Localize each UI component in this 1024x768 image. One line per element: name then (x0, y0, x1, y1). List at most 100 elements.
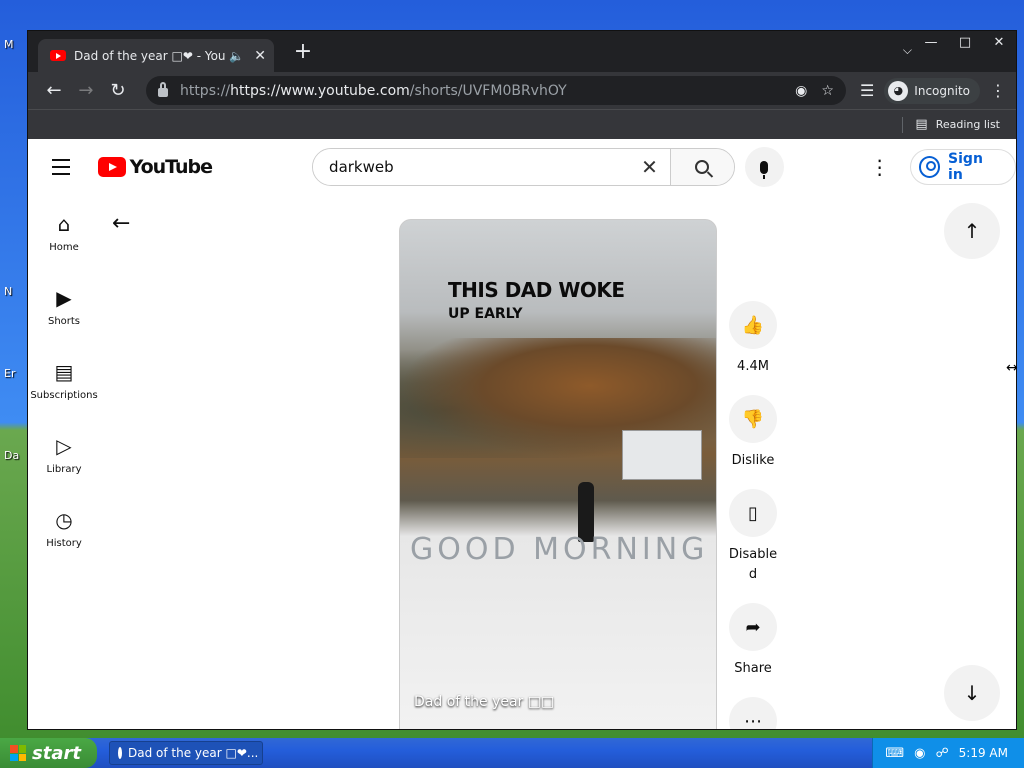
browser-menu-icon[interactable]: ⋮ (990, 81, 1006, 100)
taskbar-window-button[interactable]: Dad of the year □❤... (109, 741, 263, 765)
url-text[interactable]: https://https://www.youtube.com/shorts/U… (180, 83, 781, 99)
network-icon[interactable]: ☍ (936, 746, 949, 761)
desktop-icon-label[interactable]: N (4, 285, 12, 298)
star-icon[interactable]: ☆ (821, 83, 834, 99)
guide-item-label: Subscriptions (30, 389, 98, 401)
home-icon: ⌂ (57, 211, 71, 236)
guide-item-library[interactable]: ▷ Library (28, 417, 100, 491)
reload-button[interactable]: ↻ (102, 80, 134, 101)
guide-menu-icon[interactable] (52, 159, 70, 175)
incognito-label: Incognito (914, 83, 970, 98)
url-scheme: https:// (179, 82, 231, 99)
search-button[interactable] (669, 149, 734, 185)
sign-in-button[interactable]: Sign in (909, 149, 1016, 185)
url-host: https://www.youtube.com (230, 82, 410, 99)
more-horizontal-icon: ⋯ (744, 710, 762, 730)
browser-tab[interactable]: Dad of the year □❤ - YouTube 🔈 ✕ (38, 39, 274, 72)
history-icon: ◷ (55, 507, 73, 532)
close-window-button[interactable]: ✕ (982, 31, 1016, 53)
like-action: 👍 4.4M (727, 301, 779, 377)
taskbar: start Dad of the year □❤... ⌨ ◉ ☍ 5:19 A… (0, 738, 1024, 768)
start-button[interactable]: start (0, 738, 97, 768)
overlay-line-1: THIS DAD WOKE (448, 278, 625, 302)
desktop-icon-label[interactable]: Er (4, 367, 15, 380)
eye-off-icon[interactable]: ◉ (795, 83, 807, 99)
clear-search-icon[interactable]: ✕ (630, 149, 670, 185)
bookmarks-bar: ▤ Reading list (28, 109, 1016, 139)
guide-item-label: Home (49, 241, 79, 253)
settings-menu-icon[interactable]: ⋮ (870, 155, 890, 179)
taskbar-window-title: Dad of the year □❤... (128, 746, 259, 760)
tab-strip: Dad of the year □❤ - YouTube 🔈 ✕ + ⌵ — □… (28, 31, 1016, 72)
speaker-icon[interactable]: 🔈 (229, 49, 244, 63)
share-arrow-icon: ➦ (745, 616, 761, 638)
search-box: ✕ (312, 148, 735, 186)
thumbs-down-icon: 👎 (741, 408, 765, 430)
next-short-button[interactable]: ↓ (944, 665, 1000, 721)
reading-list-icon[interactable]: ▤ (915, 117, 927, 132)
more-button[interactable]: ⋯ (729, 697, 777, 730)
share-action: ➦ Share (727, 603, 779, 679)
youtube-logo[interactable]: YouTube (97, 156, 213, 178)
video-overlay-text: THIS DAD WOKE UP EARLY (448, 278, 625, 322)
previous-short-button[interactable]: ↑ (944, 203, 1000, 259)
incognito-badge[interactable]: ◕ Incognito (884, 77, 980, 104)
search-icon (695, 160, 710, 174)
system-tray: ⌨ ◉ ☍ 5:19 AM (872, 738, 1024, 768)
thumbs-up-icon: 👍 (741, 314, 765, 336)
dislike-button[interactable]: 👎 (729, 395, 777, 443)
short-actions: 👍 4.4M 👎 Dislike ▯ Disable d ➦ Share ⋯ (727, 301, 779, 730)
search-input[interactable] (313, 149, 630, 185)
tab-close-button[interactable]: ✕ (254, 48, 266, 64)
comments-button[interactable]: ▯ (729, 489, 777, 537)
resize-cursor-icon: ↔ (1006, 360, 1018, 376)
subscriptions-icon: ▤ (54, 359, 74, 384)
like-button[interactable]: 👍 (729, 301, 777, 349)
guide-item-history[interactable]: ◷ History (28, 491, 100, 565)
back-arrow-icon[interactable]: ← (112, 211, 130, 236)
media-queue-icon[interactable]: ☰ (860, 81, 874, 100)
comments-action: ▯ Disable d (727, 489, 779, 585)
youtube-page: YouTube ✕ ⋮ Sign in ⌂ Home ▶ Shorts (28, 139, 1016, 729)
reading-list-button[interactable]: Reading list (936, 118, 1000, 131)
youtube-logo-text: YouTube (129, 156, 213, 178)
security-shield-icon[interactable]: ◉ (914, 746, 925, 761)
address-bar[interactable]: https://https://www.youtube.com/shorts/U… (145, 76, 846, 105)
share-label: Share (734, 661, 772, 676)
microphone-icon (760, 160, 769, 179)
maximize-button[interactable]: □ (948, 31, 982, 53)
guide-item-subscriptions[interactable]: ▤ Subscriptions (28, 343, 100, 417)
arrow-down-icon: ↓ (963, 681, 981, 705)
comment-icon: ▯ (748, 502, 758, 524)
guide-item-shorts[interactable]: ▶ Shorts (28, 269, 100, 343)
desktop-icon-label[interactable]: Da (4, 449, 19, 462)
guide-item-home[interactable]: ⌂ Home (28, 195, 100, 269)
window-controls: — □ ✕ (914, 31, 1016, 53)
dislike-label: Dislike (731, 453, 775, 468)
url-path: /shorts/UVFM0BRvhOY (409, 82, 567, 99)
forward-button[interactable]: → (70, 80, 102, 101)
voice-search-button[interactable] (744, 147, 784, 187)
keyboard-icon[interactable]: ⌨ (885, 746, 904, 761)
sign-in-label: Sign in (948, 151, 983, 183)
browser-window: Dad of the year □❤ - YouTube 🔈 ✕ + ⌵ — □… (27, 30, 1017, 730)
like-count: 4.4M (737, 359, 769, 374)
minimize-button[interactable]: — (914, 31, 948, 53)
short-video-player[interactable]: GOOD MORNING THIS DAD WOKE UP EARLY Dad … (399, 219, 717, 729)
clock[interactable]: 5:19 AM (959, 746, 1008, 760)
new-tab-button[interactable]: + (290, 39, 316, 64)
tab-search-chevron-icon[interactable]: ⌵ (903, 43, 912, 58)
back-button[interactable]: ← (38, 80, 70, 101)
overlay-line-2: UP EARLY (448, 306, 523, 322)
desktop-icon-label[interactable]: M (4, 38, 14, 51)
mini-guide: ⌂ Home ▶ Shorts ▤ Subscriptions ▷ Librar… (28, 195, 100, 565)
snow-writing: GOOD MORNING (410, 532, 709, 567)
browser-toolbar: ← → ↻ https://https://www.youtube.com/sh… (28, 72, 1016, 109)
guide-item-label: History (46, 537, 82, 549)
short-title[interactable]: Dad of the year □□ (414, 694, 554, 710)
video-greenhouse (622, 430, 702, 480)
guide-item-label: Shorts (47, 315, 81, 327)
lock-icon[interactable] (157, 82, 168, 97)
tab-title: Dad of the year □❤ - YouTube (74, 48, 226, 63)
share-button[interactable]: ➦ (729, 603, 777, 651)
